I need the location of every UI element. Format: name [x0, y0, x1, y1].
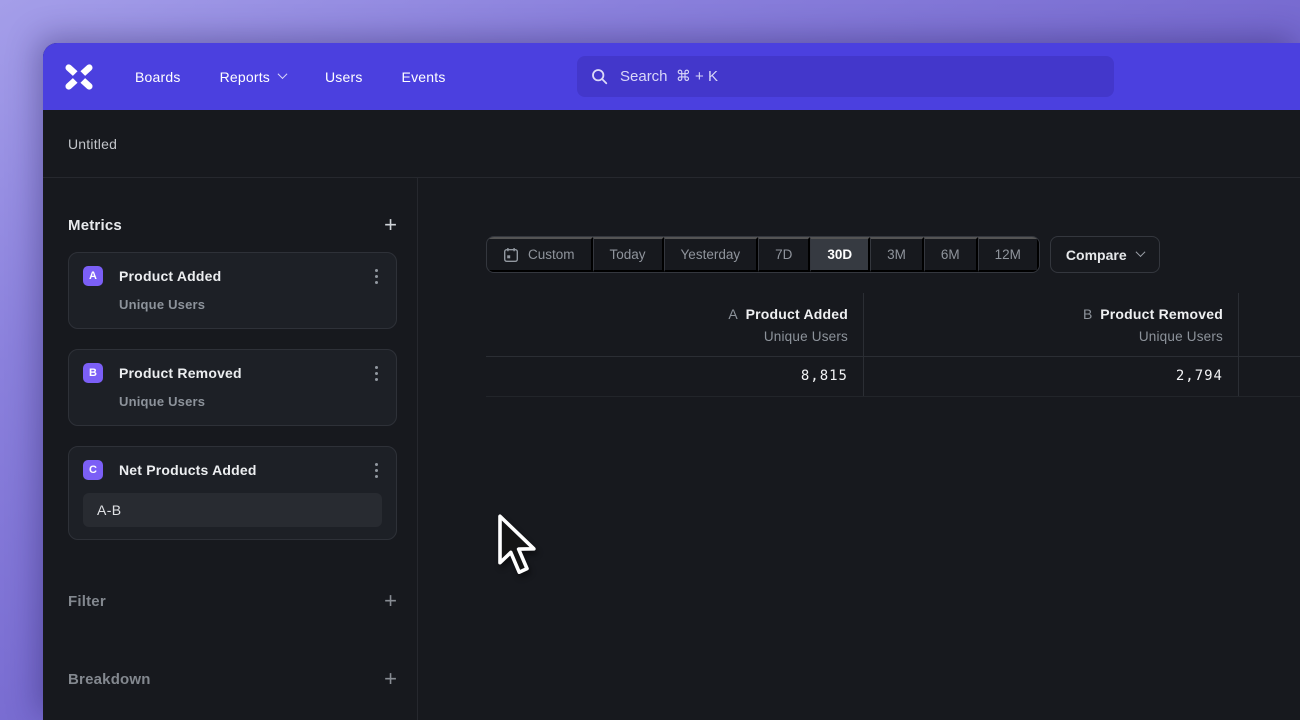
nav-item-users[interactable]: Users	[325, 69, 363, 85]
search-input[interactable]	[620, 68, 1100, 85]
query-sidebar: Metrics + A Product Added Unique Users B	[43, 178, 418, 720]
column-header-empty	[1239, 293, 1300, 356]
mixpanel-logo-icon[interactable]	[64, 63, 94, 91]
range-6m-button[interactable]: 6M	[924, 237, 978, 272]
column-subtitle: Unique Users	[879, 329, 1223, 344]
metric-badge-a: A	[83, 266, 103, 286]
column-title: Product Removed	[1100, 306, 1223, 322]
breakdown-label: Breakdown	[68, 671, 151, 688]
range-yesterday-button[interactable]: Yesterday	[664, 237, 759, 272]
add-breakdown-button[interactable]: +	[384, 670, 397, 688]
breakdown-section: Breakdown +	[68, 670, 397, 688]
column-badge: B	[1083, 306, 1092, 322]
range-custom-button[interactable]: Custom	[487, 237, 593, 272]
column-subtitle: Unique Users	[501, 329, 848, 344]
metric-title: Product Added	[119, 268, 221, 284]
search-icon	[591, 68, 608, 85]
kebab-menu-icon[interactable]	[371, 459, 382, 481]
nav-item-boards[interactable]: Boards	[135, 69, 181, 85]
date-range-toolbar: Custom Today Yesterday 7D 30D 3M 6M 12M …	[486, 236, 1300, 273]
metric-card-b[interactable]: B Product Removed Unique Users	[68, 349, 397, 426]
filter-section: Filter +	[68, 592, 397, 610]
nav-item-reports-label: Reports	[220, 69, 270, 85]
metric-measurement[interactable]: Unique Users	[119, 297, 382, 312]
date-range-segmented-control: Custom Today Yesterday 7D 30D 3M 6M 12M	[486, 236, 1040, 273]
compare-label: Compare	[1066, 247, 1127, 263]
metric-card-a[interactable]: A Product Added Unique Users	[68, 252, 397, 329]
filter-label: Filter	[68, 593, 106, 610]
metric-card-c[interactable]: C Net Products Added A-B	[68, 446, 397, 540]
value-product-removed[interactable]: 2,794	[864, 357, 1239, 396]
kebab-menu-icon[interactable]	[371, 362, 382, 384]
metrics-header: Metrics +	[68, 216, 397, 234]
metric-title: Net Products Added	[119, 462, 257, 478]
formula-input[interactable]: A-B	[83, 493, 382, 527]
report-header: Untitled	[43, 110, 1300, 178]
results-header-row: A Product Added Unique Users B Product R…	[486, 293, 1300, 357]
range-12m-button[interactable]: 12M	[978, 237, 1039, 272]
nav-item-reports[interactable]: Reports	[220, 69, 286, 85]
desktop-background: Boards Reports Users Events Untitled	[0, 0, 1300, 720]
results-table: A Product Added Unique Users B Product R…	[486, 293, 1300, 397]
add-metric-button[interactable]: +	[384, 216, 397, 234]
calendar-icon	[503, 247, 519, 263]
column-header-product-removed[interactable]: B Product Removed Unique Users	[864, 293, 1239, 356]
report-title[interactable]: Untitled	[68, 136, 117, 152]
range-3m-button[interactable]: 3M	[870, 237, 924, 272]
metric-title: Product Removed	[119, 365, 242, 381]
metric-badge-c: C	[83, 460, 103, 480]
app-window: Boards Reports Users Events Untitled	[43, 43, 1300, 720]
metric-badge-b: B	[83, 363, 103, 383]
range-30d-button[interactable]: 30D	[810, 237, 870, 272]
range-7d-button[interactable]: 7D	[758, 237, 810, 272]
search-bar[interactable]	[577, 56, 1114, 97]
compare-button[interactable]: Compare	[1050, 236, 1160, 273]
results-value-row: 8,815 2,794	[486, 357, 1300, 397]
metric-measurement[interactable]: Unique Users	[119, 394, 382, 409]
value-product-added[interactable]: 8,815	[486, 357, 864, 396]
column-title: Product Added	[746, 306, 848, 322]
column-header-product-added[interactable]: A Product Added Unique Users	[486, 293, 864, 356]
column-badge: A	[728, 306, 737, 322]
chevron-down-icon	[1135, 247, 1145, 257]
mouse-cursor	[497, 514, 539, 580]
chevron-down-icon	[278, 69, 288, 79]
main-content: Custom Today Yesterday 7D 30D 3M 6M 12M …	[418, 178, 1300, 720]
range-custom-label: Custom	[528, 247, 575, 262]
nav-item-events[interactable]: Events	[402, 69, 446, 85]
kebab-menu-icon[interactable]	[371, 265, 382, 287]
add-filter-button[interactable]: +	[384, 592, 397, 610]
metrics-label: Metrics	[68, 217, 122, 234]
top-nav: Boards Reports Users Events	[43, 43, 1300, 110]
value-empty	[1239, 357, 1300, 396]
range-today-button[interactable]: Today	[593, 237, 664, 272]
